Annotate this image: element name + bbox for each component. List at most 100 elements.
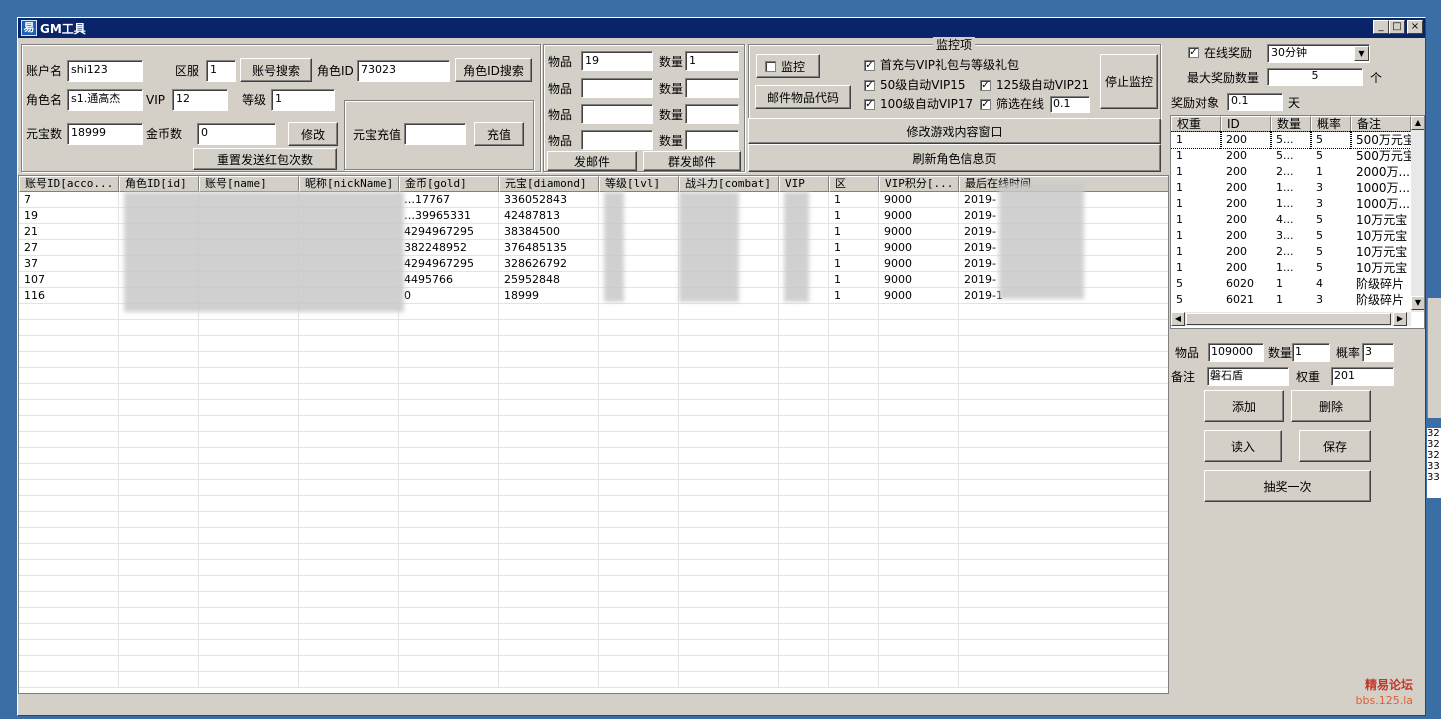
table-cell[interactable]: 5 (1311, 260, 1351, 276)
table-cell[interactable] (879, 608, 959, 624)
table-cell[interactable] (199, 576, 299, 592)
table-cell[interactable] (299, 640, 399, 656)
table-cell[interactable] (499, 576, 599, 592)
table-cell[interactable] (599, 496, 679, 512)
table-cell[interactable] (119, 624, 199, 640)
modify-game-window-button[interactable]: 修改游戏内容窗口 (748, 118, 1161, 144)
table-cell[interactable] (679, 624, 779, 640)
table-cell[interactable] (499, 624, 599, 640)
table-cell[interactable] (599, 432, 679, 448)
table-cell[interactable]: 9000 (879, 208, 959, 224)
table-cell[interactable] (679, 592, 779, 608)
save-config-button[interactable]: 保存 (1299, 430, 1371, 462)
zone-input[interactable]: 1 (206, 60, 236, 82)
table-cell[interactable] (599, 368, 679, 384)
table-cell[interactable] (959, 384, 1168, 400)
table-cell[interactable] (119, 480, 199, 496)
table-cell[interactable] (499, 400, 599, 416)
reset-redpack-button[interactable]: 重置发送红包次数 (193, 148, 337, 170)
table-cell[interactable] (399, 496, 499, 512)
table-cell[interactable] (19, 320, 119, 336)
mail-item-input-4[interactable] (581, 130, 653, 150)
table-cell[interactable] (879, 480, 959, 496)
table-cell[interactable] (19, 368, 119, 384)
table-cell[interactable] (829, 672, 879, 688)
table-cell[interactable] (199, 368, 299, 384)
table-cell[interactable] (199, 448, 299, 464)
column-header[interactable]: 数量 (1271, 116, 1311, 132)
table-cell[interactable]: 1 (829, 224, 879, 240)
table-cell[interactable] (779, 320, 829, 336)
table-cell[interactable] (679, 304, 779, 320)
table-cell[interactable] (959, 464, 1168, 480)
table-cell[interactable] (959, 496, 1168, 512)
table-cell[interactable] (779, 496, 829, 512)
table-cell[interactable] (959, 368, 1168, 384)
table-cell[interactable]: 25952848 (499, 272, 599, 288)
table-cell[interactable] (199, 608, 299, 624)
table-cell[interactable] (829, 384, 879, 400)
table-cell[interactable] (959, 480, 1168, 496)
table-cell[interactable] (679, 496, 779, 512)
table-cell[interactable] (599, 448, 679, 464)
table-cell[interactable] (599, 512, 679, 528)
table-cell[interactable] (499, 592, 599, 608)
modify-button[interactable]: 修改 (288, 122, 338, 146)
mail-qty-input-2[interactable] (685, 78, 739, 98)
table-cell[interactable] (299, 544, 399, 560)
table-cell[interactable] (19, 464, 119, 480)
table-cell[interactable] (499, 336, 599, 352)
table-cell[interactable] (829, 640, 879, 656)
table-cell[interactable] (879, 464, 959, 480)
table-cell[interactable] (199, 544, 299, 560)
table-cell[interactable] (779, 512, 829, 528)
table-cell[interactable] (779, 592, 829, 608)
table-cell[interactable]: 7 (19, 192, 119, 208)
table-cell[interactable] (829, 336, 879, 352)
table-cell[interactable] (779, 576, 829, 592)
table-cell[interactable]: 1 (1171, 131, 1222, 149)
table-cell[interactable] (19, 624, 119, 640)
table-cell[interactable] (829, 544, 879, 560)
table-cell[interactable] (599, 336, 679, 352)
column-header[interactable]: ID (1221, 116, 1271, 132)
table-cell[interactable] (499, 368, 599, 384)
table-cell[interactable] (779, 368, 829, 384)
table-cell[interactable]: 5 (1171, 276, 1221, 292)
table-cell[interactable] (679, 528, 779, 544)
send-mail-button[interactable]: 发邮件 (547, 151, 637, 171)
read-config-button[interactable]: 读入 (1204, 430, 1282, 462)
table-cell[interactable] (299, 464, 399, 480)
scroll-up-icon[interactable]: ▲ (1411, 116, 1424, 130)
table-cell[interactable] (499, 480, 599, 496)
table-cell[interactable] (499, 608, 599, 624)
table-cell[interactable]: 1 (1171, 212, 1221, 228)
column-header[interactable]: 权重 (1171, 116, 1221, 132)
table-cell[interactable] (399, 384, 499, 400)
table-cell[interactable] (779, 608, 829, 624)
mail-item-input-3[interactable] (581, 104, 653, 124)
table-cell[interactable] (879, 512, 959, 528)
table-cell[interactable] (399, 544, 499, 560)
table-cell[interactable] (599, 672, 679, 688)
table-cell[interactable] (959, 416, 1168, 432)
refresh-role-info-button[interactable]: 刷新角色信息页 (748, 144, 1161, 172)
table-cell[interactable]: 9000 (879, 256, 959, 272)
table-cell[interactable]: 1 (1171, 228, 1221, 244)
table-cell[interactable] (299, 320, 399, 336)
table-cell[interactable] (499, 352, 599, 368)
column-header[interactable]: VIP (779, 176, 829, 192)
table-cell[interactable]: 21 (19, 224, 119, 240)
table-cell[interactable] (679, 480, 779, 496)
opt3-checkbox[interactable]: ✓ (980, 80, 991, 91)
table-cell[interactable] (399, 624, 499, 640)
table-cell[interactable] (679, 352, 779, 368)
table-cell[interactable] (679, 560, 779, 576)
table-cell[interactable] (599, 624, 679, 640)
role-table[interactable]: 账号ID[acco... 角色ID[id] 账号[name] 昵称[nickName]… (18, 175, 1169, 694)
table-cell[interactable]: 5... (1271, 148, 1311, 164)
table-cell[interactable] (19, 656, 119, 672)
table-cell[interactable]: 500万元宝 (1351, 148, 1411, 164)
table-cell[interactable] (959, 336, 1168, 352)
table-cell[interactable]: 2... (1271, 244, 1311, 260)
